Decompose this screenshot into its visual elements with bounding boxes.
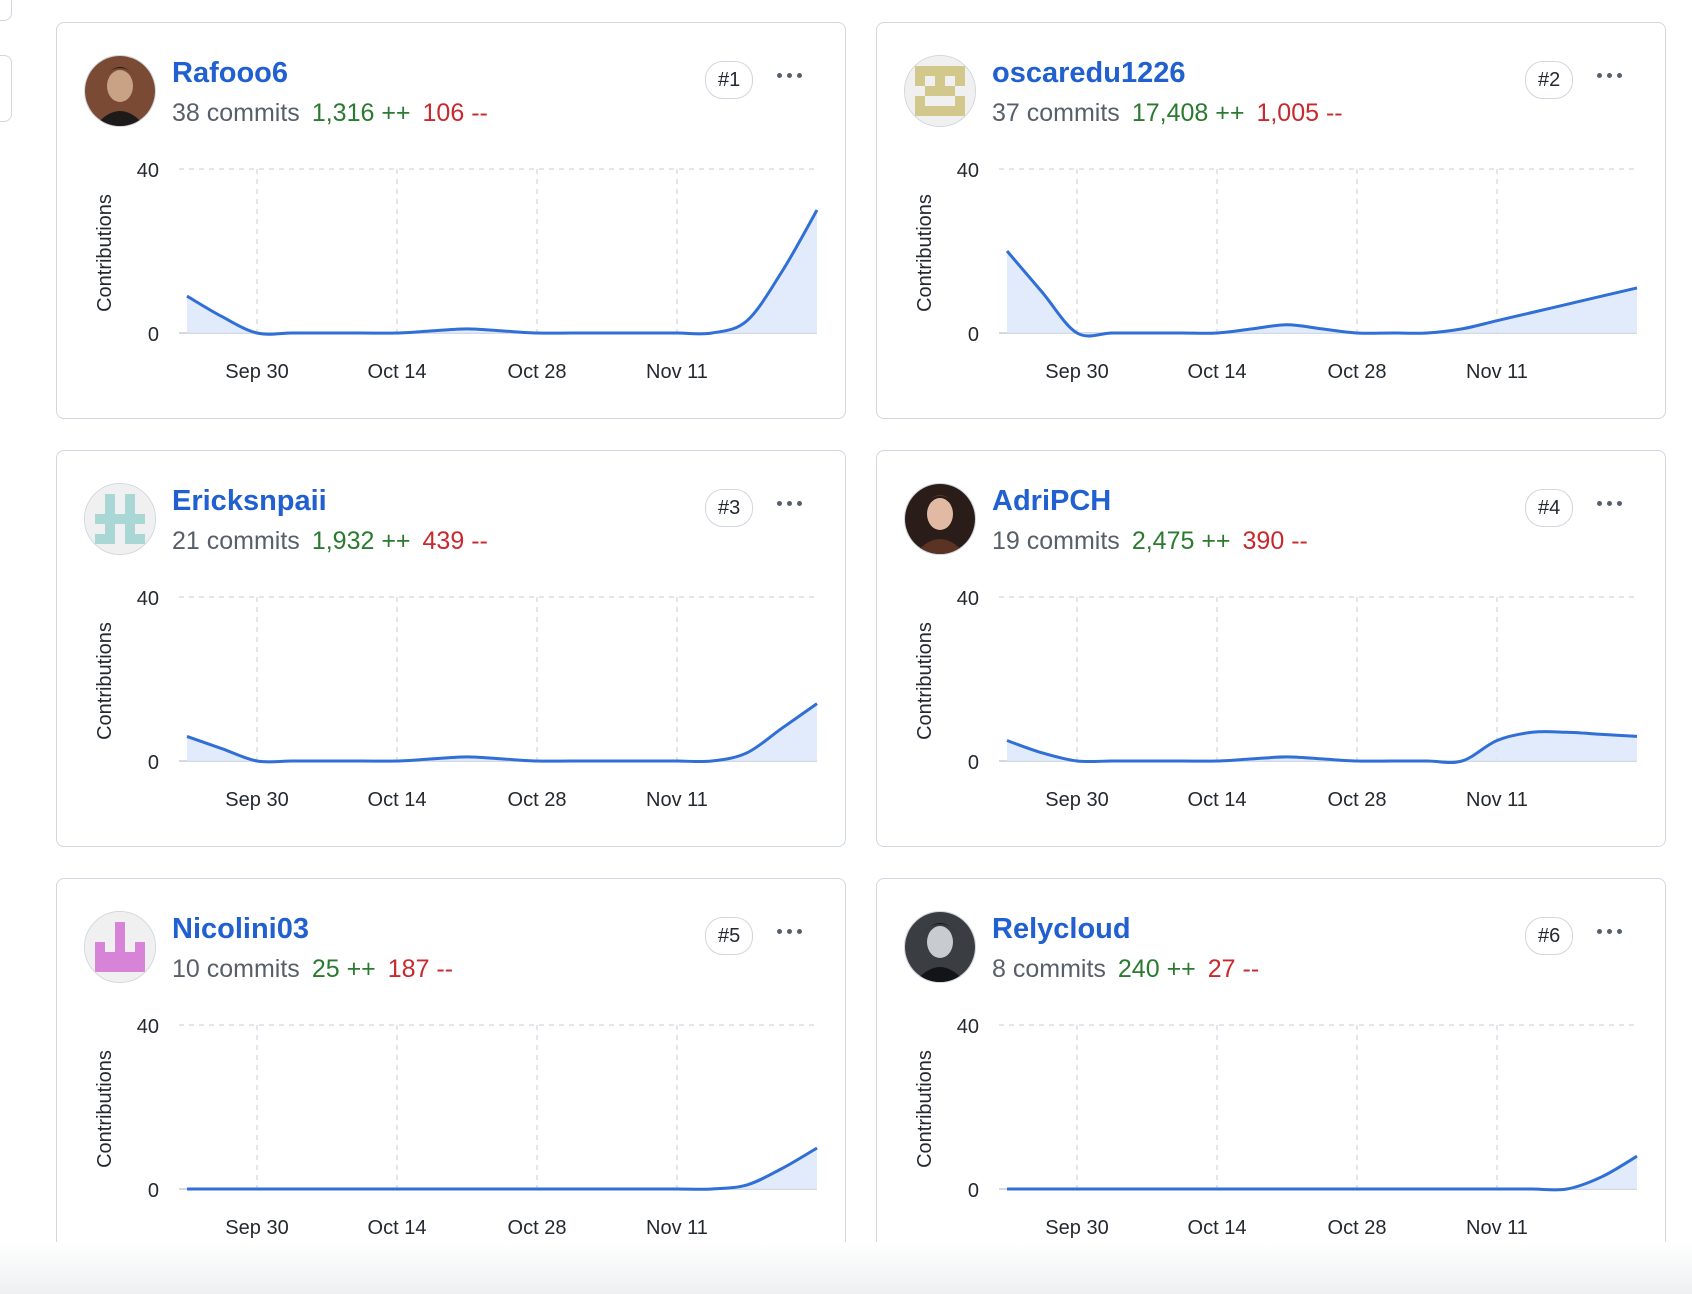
contributor-card: AdriPCH 19 commits 2,475 ++ 390 -- #4 40 0 C… <box>876 450 1666 847</box>
series-area <box>187 703 817 762</box>
series-area <box>1007 1156 1637 1190</box>
x-tick-label: Nov 11 <box>646 361 708 383</box>
x-tick-label: Oct 14 <box>368 789 427 811</box>
contributor-card: oscaredu1226 37 commits 17,408 ++ 1,005 --… <box>876 22 1666 419</box>
y-tick-label: 40 <box>957 1016 979 1038</box>
x-tick-label: Sep 30 <box>1045 361 1108 383</box>
contributor-card: Nicolini03 10 commits 25 ++ 187 -- #5 40 0 C… <box>56 878 846 1275</box>
x-tick-label: Oct 14 <box>1188 361 1247 383</box>
contributors-page: Rafooo6 38 commits 1,316 ++ 106 -- #1 40 0 C… <box>0 0 1692 1294</box>
x-tick-label: Oct 14 <box>368 1217 427 1239</box>
y-tick-label: 40 <box>137 1016 159 1038</box>
sidebar-edge <box>0 0 12 21</box>
x-tick-label: Oct 28 <box>508 789 567 811</box>
contributor-card: Relycloud 8 commits 240 ++ 27 -- #6 40 0 Con… <box>876 878 1666 1275</box>
y-tick-label: 0 <box>968 324 979 346</box>
y-tick-label: 0 <box>148 1180 159 1202</box>
y-axis-label: Contributions <box>94 622 116 740</box>
series-line <box>186 209 819 336</box>
x-tick-label: Sep 30 <box>1045 1217 1108 1239</box>
y-tick-label: 40 <box>137 160 159 182</box>
contributor-card: Rafooo6 38 commits 1,316 ++ 106 -- #1 40 0 C… <box>56 22 846 419</box>
x-tick-label: Sep 30 <box>225 361 288 383</box>
y-tick-label: 40 <box>957 160 979 182</box>
x-tick-label: Nov 11 <box>1466 1217 1528 1239</box>
x-tick-label: Nov 11 <box>1466 361 1528 383</box>
x-tick-label: Nov 11 <box>646 1217 708 1239</box>
y-tick-label: 0 <box>968 752 979 774</box>
y-tick-label: 40 <box>137 588 159 610</box>
x-tick-label: Oct 14 <box>368 361 427 383</box>
contributions-chart: 40 0 Contributions Sep 30 Oct 14 Oct 28 Nov 11 <box>914 160 1638 383</box>
contributions-chart: 40 0 Contributions Sep 30 Oct 14 Oct 28 Nov 11 <box>94 1016 818 1239</box>
x-tick-label: Oct 28 <box>508 361 567 383</box>
x-tick-label: Oct 28 <box>1328 789 1387 811</box>
y-axis-label: Contributions <box>94 194 116 312</box>
contributions-chart: 40 0 Contributions Sep 30 Oct 14 Oct 28 Nov 11 <box>94 588 818 811</box>
x-tick-label: Sep 30 <box>225 789 288 811</box>
contributions-chart: 40 0 Contributions Sep 30 Oct 14 Oct 28 Nov 11 <box>914 1016 1638 1239</box>
y-axis-label: Contributions <box>94 1050 116 1168</box>
contributor-card: Ericksnpaii 21 commits 1,932 ++ 439 -- #3 … <box>56 450 846 847</box>
contributions-chart: 40 0 Contributions Sep 30 Oct 14 Oct 28 Nov 11 <box>914 588 1638 811</box>
series-line <box>187 1146 818 1191</box>
y-axis-label: Contributions <box>914 194 936 312</box>
x-tick-label: Sep 30 <box>225 1217 288 1239</box>
y-tick-label: 0 <box>148 752 159 774</box>
y-tick-label: 0 <box>148 324 159 346</box>
x-tick-label: Oct 14 <box>1188 789 1247 811</box>
series-area <box>187 210 817 335</box>
x-tick-label: Oct 28 <box>1328 1217 1387 1239</box>
series-area <box>187 1148 817 1190</box>
x-tick-label: Oct 28 <box>508 1217 567 1239</box>
x-tick-label: Nov 11 <box>646 789 708 811</box>
contributions-chart: 40 0 Contributions Sep 30 Oct 14 Oct 28 Nov 11 <box>94 160 819 383</box>
y-tick-label: 0 <box>968 1180 979 1202</box>
page-bottom-fade <box>0 1242 1692 1294</box>
series-line <box>186 702 818 764</box>
x-tick-label: Oct 28 <box>1328 361 1387 383</box>
y-axis-label: Contributions <box>914 622 936 740</box>
x-tick-label: Sep 30 <box>1045 789 1108 811</box>
y-tick-label: 40 <box>957 588 979 610</box>
x-tick-label: Nov 11 <box>1466 789 1528 811</box>
x-tick-label: Oct 14 <box>1188 1217 1247 1239</box>
series-area <box>1007 251 1637 337</box>
y-axis-label: Contributions <box>914 1050 936 1168</box>
series-line <box>1007 1154 1638 1192</box>
sidebar-edge <box>0 55 12 122</box>
